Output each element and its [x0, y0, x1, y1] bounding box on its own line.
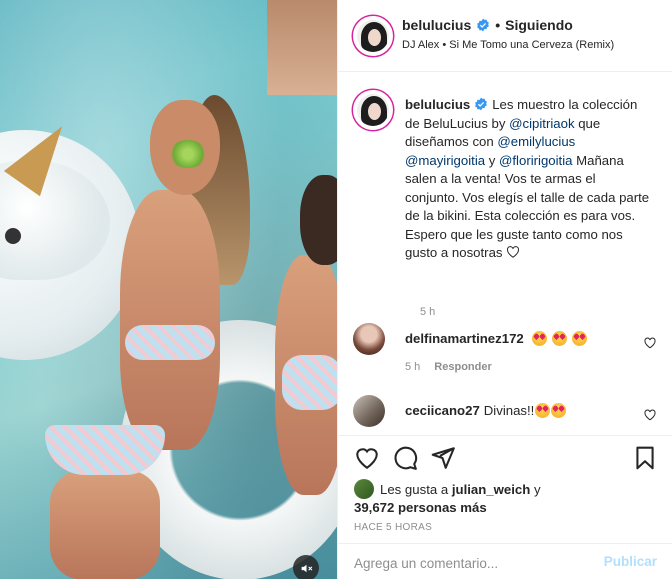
share-icon[interactable] [430, 445, 456, 471]
liker-username[interactable]: julian_weich [452, 482, 530, 497]
pool-deck [267, 0, 337, 95]
author-username[interactable]: belulucius [402, 17, 471, 33]
audio-track[interactable]: DJ Alex • Si Me Tomo una Cerveza (Remix) [402, 39, 614, 51]
mention-link[interactable]: @mayirigoitia [405, 153, 485, 168]
verified-badge-icon [477, 18, 490, 32]
caption-username[interactable]: belulucius [405, 97, 470, 112]
mute-button[interactable] [293, 555, 319, 579]
comment-time: 5 h [405, 361, 421, 373]
post-actions-section: Les gusta a julian_weich y 39,672 persona… [338, 435, 672, 579]
second-bikini-top [282, 355, 337, 410]
face-glitter [168, 140, 208, 168]
mention-link[interactable]: @emilylucius [497, 134, 575, 149]
caption-part3: y [485, 152, 499, 168]
mute-icon [301, 564, 312, 572]
publish-button[interactable]: Publicar [604, 554, 657, 569]
post-panel: belulucius • Siguiendo DJ Alex • Si Me T… [337, 0, 672, 579]
likes-summary: Les gusta a julian_weich y 39,672 persona… [354, 479, 654, 517]
comment-icon[interactable] [392, 445, 418, 471]
comments-section[interactable]: belulucius Les muestro la colección de Be… [338, 73, 672, 435]
heart-eyes-emoji-icon [535, 403, 551, 418]
commenter-avatar[interactable] [353, 323, 385, 355]
likes-prefix: Les gusta a [380, 482, 452, 497]
second-person-head [300, 175, 337, 265]
heart-eyes-emoji-icon [552, 331, 568, 346]
caption-time: 5 h [420, 306, 436, 318]
bikini-bottom [45, 425, 165, 475]
commenter-avatar[interactable] [353, 395, 385, 427]
heart-eyes-emoji-icon [532, 331, 548, 346]
commenter-username[interactable]: ceciicano27 [405, 403, 480, 418]
author-avatar[interactable] [353, 16, 393, 56]
comment-meta: 5 h Responder [405, 361, 492, 373]
heart-icon[interactable] [354, 445, 380, 471]
add-comment-box: Publicar [338, 543, 672, 579]
mention-link[interactable]: @floririgoitia [499, 153, 572, 168]
mention-link[interactable]: @cipitriaok [509, 116, 574, 131]
heart-eyes-emoji-icon [551, 403, 567, 418]
comment-body: Divinas!! [483, 403, 535, 418]
post-header: belulucius • Siguiendo DJ Alex • Si Me T… [338, 0, 672, 72]
unicorn-eye [5, 228, 21, 244]
action-bar [354, 445, 658, 471]
save-icon[interactable] [632, 445, 658, 471]
reply-button[interactable]: Responder [434, 361, 491, 373]
heart-eyes-emoji-icon [571, 331, 587, 346]
likes-count[interactable]: 39,672 personas más [354, 500, 487, 515]
caption-avatar[interactable] [353, 90, 393, 130]
like-comment-heart-icon[interactable] [644, 409, 656, 421]
commenter-username[interactable]: delfinamartinez172 [405, 331, 524, 346]
post-video[interactable] [0, 0, 337, 579]
like-comment-heart-icon[interactable] [644, 337, 656, 349]
comment-text: delfinamartinez172 [405, 331, 587, 346]
header-line: belulucius • Siguiendo [402, 17, 573, 33]
separator-dot: • [495, 17, 501, 33]
verified-badge-icon [475, 97, 488, 111]
comment-text: ceciicano27 Divinas!! [405, 403, 567, 418]
post-time-ago: HACE 5 HORAS [354, 522, 433, 533]
liker-avatar[interactable] [354, 479, 374, 499]
person-leg [50, 470, 160, 579]
likes-middle: y [530, 482, 541, 497]
person-torso [120, 190, 220, 450]
heart-emoji-icon [507, 246, 520, 258]
bikini-top [125, 325, 215, 360]
caption-text: belulucius Les muestro la colección de Be… [405, 96, 651, 263]
following-button[interactable]: Siguiendo [505, 17, 573, 33]
comment-input[interactable] [354, 553, 584, 573]
